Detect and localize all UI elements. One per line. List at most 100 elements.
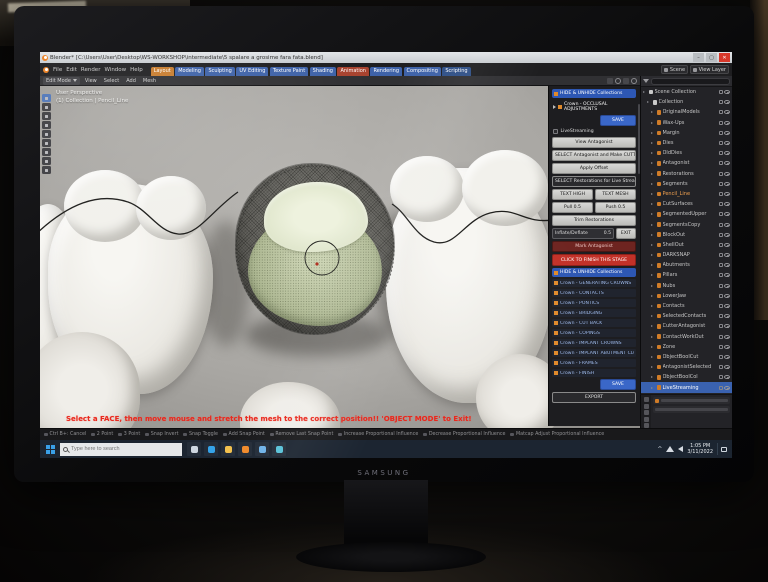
eye-visibility-icon[interactable] xyxy=(724,324,730,328)
maximize-button[interactable]: ▢ xyxy=(706,53,717,62)
finish-stage-button[interactable]: CLICK TO FINISH THIS STAGE xyxy=(552,254,636,266)
workspace-tab[interactable]: Rendering xyxy=(370,67,402,77)
eye-visibility-icon[interactable] xyxy=(724,375,730,379)
taskbar-app-icon[interactable] xyxy=(238,442,252,456)
eye-visibility-icon[interactable] xyxy=(724,355,730,359)
crown-stage-item[interactable]: Crown - CONTACTS xyxy=(552,289,636,297)
disclosure-triangle-icon[interactable] xyxy=(651,345,655,349)
taskbar-app-icon[interactable] xyxy=(272,442,286,456)
exclude-checkbox-icon[interactable] xyxy=(719,304,723,308)
exclude-checkbox-icon[interactable] xyxy=(719,294,723,298)
magnet-snap-icon[interactable] xyxy=(607,78,613,84)
eye-visibility-icon[interactable] xyxy=(724,182,730,186)
outliner-row[interactable]: ContactWorkOut xyxy=(641,332,732,342)
workspace-tab[interactable]: Layout xyxy=(151,67,174,77)
text-high-button[interactable]: TEXT HIGH xyxy=(552,189,593,200)
crown-stage-item[interactable]: Crown - GENERATING CROWNS xyxy=(552,279,636,287)
exclude-checkbox-icon[interactable] xyxy=(719,335,723,339)
eye-visibility-icon[interactable] xyxy=(724,141,730,145)
outliner-row[interactable]: BlockOut xyxy=(641,230,732,240)
menu-item[interactable]: File xyxy=(51,67,64,73)
exclude-checkbox-icon[interactable] xyxy=(719,100,723,104)
outliner-row[interactable]: Pencil_Line xyxy=(641,189,732,199)
outliner-row[interactable]: SegmentsCopy xyxy=(641,219,732,229)
eye-visibility-icon[interactable] xyxy=(724,335,730,339)
disclosure-triangle-icon[interactable] xyxy=(651,314,655,318)
crown-stage-item[interactable]: Crown - CUT BACK xyxy=(552,319,636,327)
viewport-tool-icon[interactable] xyxy=(42,139,51,147)
outliner-row[interactable]: Scene Collection xyxy=(641,87,732,97)
crown-stage-item[interactable]: Crown - IMPLANT ABUTMENT CLOSURE xyxy=(552,349,636,357)
disclosure-triangle-icon[interactable] xyxy=(651,161,655,165)
disclosure-triangle-icon[interactable] xyxy=(651,263,655,267)
outliner-row[interactable]: LowerJaw xyxy=(641,291,732,301)
workspace-tab[interactable]: Sculpting xyxy=(205,67,234,77)
outliner-row[interactable]: SelectedContacts xyxy=(641,311,732,321)
disclosure-triangle-icon[interactable] xyxy=(651,386,655,390)
outliner-row[interactable]: Antagonist xyxy=(641,158,732,168)
exclude-checkbox-icon[interactable] xyxy=(719,386,723,390)
eye-visibility-icon[interactable] xyxy=(724,314,730,318)
exclude-checkbox-icon[interactable] xyxy=(719,151,723,155)
exclude-checkbox-icon[interactable] xyxy=(719,223,723,227)
outliner-row[interactable]: OldDies xyxy=(641,148,732,158)
disclosure-triangle-icon[interactable] xyxy=(651,355,655,359)
volume-icon[interactable] xyxy=(678,446,683,452)
exclude-checkbox-icon[interactable] xyxy=(719,253,723,257)
workspace-tab[interactable]: Compositing xyxy=(404,67,441,77)
viewport-menu-item[interactable]: Select xyxy=(102,78,121,84)
menu-item[interactable]: Window xyxy=(102,67,128,73)
viewport-tool-icon[interactable] xyxy=(42,94,51,102)
eye-visibility-icon[interactable] xyxy=(724,243,730,247)
properties-tab-icon[interactable] xyxy=(644,410,649,415)
taskbar-app-icon[interactable] xyxy=(204,442,218,456)
disclosure-triangle-icon[interactable] xyxy=(651,131,655,135)
viewport-tool-icon[interactable] xyxy=(42,130,51,138)
close-button[interactable]: ✕ xyxy=(719,53,730,62)
view-layer-selector[interactable]: View Layer xyxy=(690,65,729,74)
viewport-tool-icon[interactable] xyxy=(42,148,51,156)
eye-visibility-icon[interactable] xyxy=(724,273,730,277)
outliner-row[interactable]: Nubs xyxy=(641,281,732,291)
select-restorations-button[interactable]: SELECT Restorations for Live Streaming xyxy=(552,176,636,187)
search-input[interactable] xyxy=(71,446,179,452)
properties-tab-icon[interactable] xyxy=(644,417,649,422)
eye-visibility-icon[interactable] xyxy=(724,121,730,125)
network-icon[interactable] xyxy=(666,446,674,452)
disclosure-triangle-icon[interactable] xyxy=(651,324,655,328)
viewport-menu-item[interactable]: Add xyxy=(124,78,138,84)
crown-stage-item[interactable]: Crown - COPINGS xyxy=(552,329,636,337)
exclude-checkbox-icon[interactable] xyxy=(719,172,723,176)
exclude-checkbox-icon[interactable] xyxy=(719,192,723,196)
outliner-row[interactable]: SegmentedUpper xyxy=(641,209,732,219)
eye-visibility-icon[interactable] xyxy=(724,304,730,308)
text-mesh-button[interactable]: TEXT MESH xyxy=(595,189,636,200)
exclude-checkbox-icon[interactable] xyxy=(719,161,723,165)
exclude-checkbox-icon[interactable] xyxy=(719,324,723,328)
eye-visibility-icon[interactable] xyxy=(724,212,730,216)
outliner-row[interactable]: ShellOut xyxy=(641,240,732,250)
outliner-row[interactable]: Zone xyxy=(641,342,732,352)
viewport-tool-icon[interactable] xyxy=(42,103,51,111)
crown-stage-item[interactable]: Crown - BRIDGING xyxy=(552,309,636,317)
disclosure-triangle-icon[interactable] xyxy=(643,90,647,94)
disclosure-triangle-icon[interactable] xyxy=(651,192,655,196)
shading-mode-icon[interactable] xyxy=(631,78,637,84)
exclude-checkbox-icon[interactable] xyxy=(719,365,723,369)
exclude-checkbox-icon[interactable] xyxy=(719,90,723,94)
exclude-checkbox-icon[interactable] xyxy=(719,263,723,267)
eye-visibility-icon[interactable] xyxy=(724,161,730,165)
disclosure-triangle-icon[interactable] xyxy=(651,151,655,155)
exclude-checkbox-icon[interactable] xyxy=(719,355,723,359)
workspace-tab[interactable]: UV Editing xyxy=(236,67,268,77)
eye-visibility-icon[interactable] xyxy=(724,365,730,369)
mode-selector[interactable]: Edit Mode xyxy=(43,77,80,85)
eye-visibility-icon[interactable] xyxy=(724,100,730,104)
eye-visibility-icon[interactable] xyxy=(724,151,730,155)
outliner-row[interactable]: LiveStreaming xyxy=(641,382,732,392)
blender-menu-icon[interactable] xyxy=(43,67,49,73)
livestreaming-checkbox-row[interactable]: LiveStreaming xyxy=(552,128,636,135)
workspace-tab[interactable]: Shading xyxy=(310,67,336,77)
outliner-row[interactable]: Abutments xyxy=(641,260,732,270)
disclosure-triangle-icon[interactable] xyxy=(651,243,655,247)
